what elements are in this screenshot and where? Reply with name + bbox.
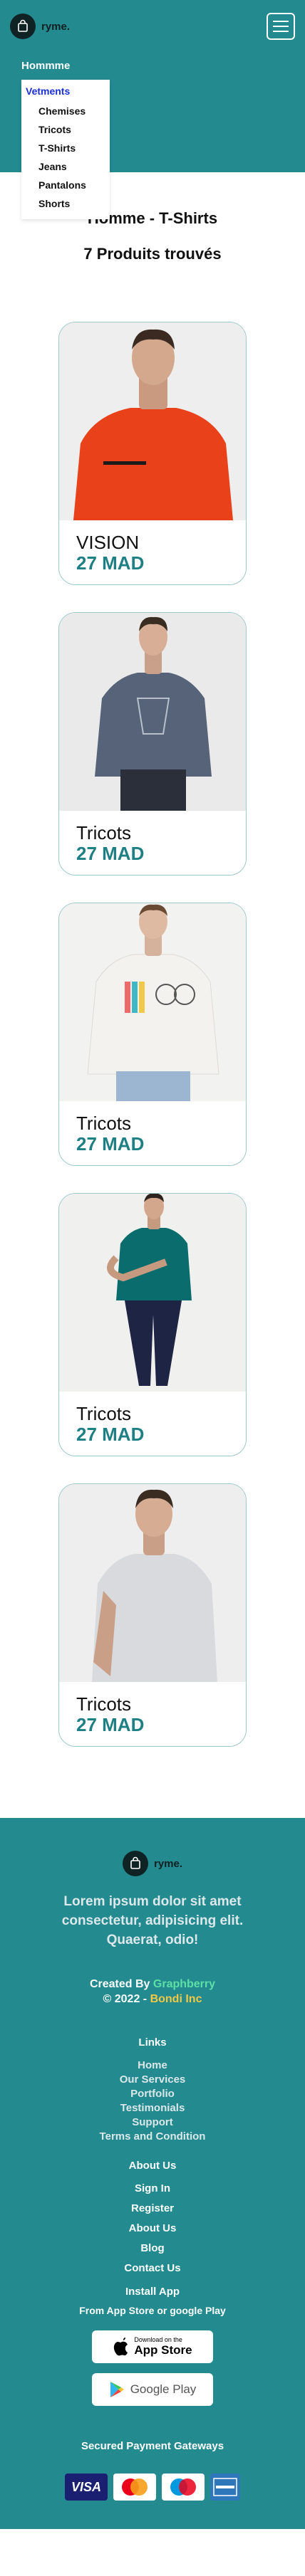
product-price: 27 MAD [76,1714,145,1735]
product-image[interactable] [59,322,246,520]
payments-title: Secured Payment Gateways [81,2440,224,2452]
product-info: Tricots 27 MAD [59,811,246,863]
product-count: 7 Produits trouvés [83,245,222,263]
footer-brand-name: ryme. [153,1857,183,1870]
footer-credits: Created By Graphberry © 2022 - Bondi Inc [0,1977,305,2007]
about-link-signin[interactable]: Sign In [0,2179,305,2199]
product-price: 27 MAD [76,843,145,864]
footer-link-testimonials[interactable]: Testimonials [0,2101,305,2115]
about-link-contact[interactable]: Contact Us [0,2259,305,2278]
app-store-small-label: Download on the [134,2336,182,2343]
google-play-icon [110,2382,124,2397]
model-photo [59,322,246,520]
hamburger-icon [273,21,289,22]
footer: ryme. Lorem ipsum dolor sit amet consect… [0,1818,305,2529]
about-link-aboutus[interactable]: About Us [0,2219,305,2239]
footer-links: Home Our Services Portfolio Testimonials… [0,2059,305,2144]
footer-link-services[interactable]: Our Services [0,2073,305,2087]
product-name: Tricots [76,1113,132,1134]
product-name: Tricots [76,1693,132,1715]
footer-brand[interactable]: ryme. [0,1851,305,1876]
about-links: Sign In Register About Us Blog Contact U… [0,2179,305,2278]
install-subtitle: From App Store or google Play [79,2305,226,2316]
about-link-register[interactable]: Register [0,2199,305,2219]
amex-logo [210,2474,240,2501]
product-card[interactable]: Tricots 27 MAD [58,903,247,1166]
product-name: Tricots [76,1403,132,1424]
footer-description: Lorem ipsum dolor sit amet consectetur, … [61,1894,244,1947]
product-image[interactable] [59,1194,246,1392]
model-photo [59,613,246,811]
product-name: VISION [76,532,140,553]
google-play-button[interactable]: Google Play [92,2373,213,2406]
product-info: Tricots 27 MAD [59,1682,246,1735]
dropdown-item-tricots[interactable]: Tricots [21,121,110,140]
product-list: VISION 27 MAD Tricots 27 MAD Tricots 27 … [0,322,305,1747]
about-title: About Us [128,2160,177,2172]
product-price: 27 MAD [76,552,145,574]
apple-icon [114,2338,128,2356]
app-store-button[interactable]: Download on the App Store [92,2330,213,2363]
copyright-company-link[interactable]: Bondi Inc [150,1993,202,2005]
footer-link-support[interactable]: Support [0,2115,305,2130]
product-name: Tricots [76,822,132,843]
mastercard-logo [113,2474,156,2501]
brand-name: ryme. [41,20,71,33]
google-play-label: Google Play [130,2382,197,2396]
menu-toggle-button[interactable] [267,13,295,40]
install-title: Install App [125,2286,180,2298]
footer-link-portfolio[interactable]: Portfolio [0,2087,305,2101]
product-image[interactable] [59,1484,246,1682]
dropdown-title[interactable]: Vetments [21,84,110,102]
main-content: Homme - T-Shirts 7 Produits trouvés VISI… [0,172,305,1747]
product-image[interactable] [59,613,246,811]
product-card[interactable]: Tricots 27 MAD [58,1193,247,1456]
payment-logos: VISA [0,2474,305,2501]
links-title: Links [138,2036,167,2049]
shopping-bag-icon [122,1851,148,1876]
product-card[interactable]: Tricots 27 MAD [58,612,247,876]
product-info: VISION 27 MAD [59,520,246,573]
footer-link-home[interactable]: Home [0,2059,305,2073]
product-card[interactable]: VISION 27 MAD [58,322,247,585]
maestro-logo [162,2474,205,2501]
visa-logo: VISA [65,2474,108,2501]
dropdown-item-tshirts[interactable]: T-Shirts [21,140,110,158]
copyright-year: © 2022 - [103,1993,148,2005]
brand[interactable]: ryme. [10,14,70,39]
dropdown-item-pantalons[interactable]: Pantalons [21,177,110,195]
product-info: Tricots 27 MAD [59,1101,246,1154]
dropdown-item-shorts[interactable]: Shorts [21,195,110,214]
model-photo [59,903,246,1101]
created-by-label: Created By [89,1978,150,1990]
dropdown-item-jeans[interactable]: Jeans [21,158,110,177]
topbar: ryme. [0,0,305,53]
app-store-label: App Store [134,2343,192,2357]
shopping-bag-icon [10,14,36,39]
about-link-blog[interactable]: Blog [0,2239,305,2259]
category-dropdown: Vetments Chemises Tricots T-Shirts Jeans… [21,80,110,219]
product-info: Tricots 27 MAD [59,1392,246,1444]
footer-link-terms[interactable]: Terms and Condition [0,2130,305,2144]
dropdown-item-chemises[interactable]: Chemises [21,102,110,121]
product-image[interactable] [59,903,246,1101]
product-price: 27 MAD [76,1424,145,1445]
nav-home-link[interactable]: Hommme [21,60,70,72]
header: ryme. Hommme Vetments Chemises Tricots T… [0,0,305,219]
model-photo [59,1194,246,1392]
created-by-link[interactable]: Graphberry [153,1978,215,1990]
product-card[interactable]: Tricots 27 MAD [58,1483,247,1747]
product-price: 27 MAD [76,1133,145,1155]
model-photo [59,1484,246,1682]
